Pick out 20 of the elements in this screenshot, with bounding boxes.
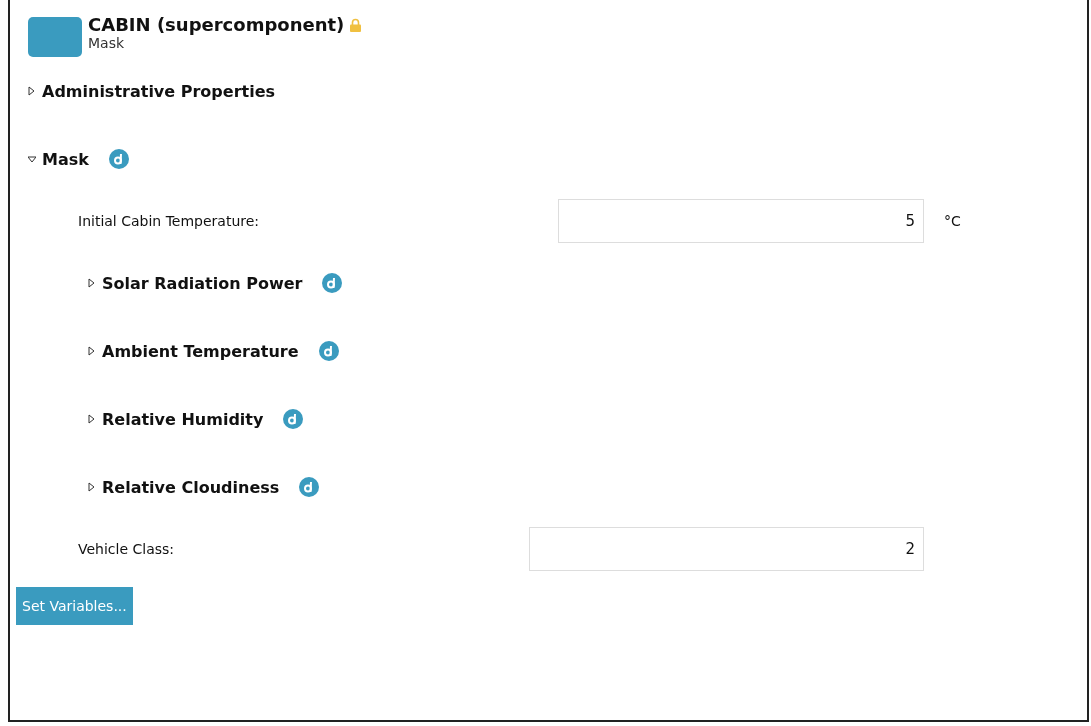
expand-triangle-icon[interactable] [88,278,96,288]
unit-label: °C [944,213,961,229]
section-heading[interactable]: Solar Radiation Power [102,273,303,293]
expand-triangle-icon[interactable] [88,346,96,356]
component-title: CABIN (supercomponent) [88,14,345,35]
expand-triangle-icon[interactable] [88,482,96,492]
component-swatch-icon [28,17,82,57]
input-field[interactable]: 2 [529,527,924,571]
section-heading[interactable]: Ambient Temperature [102,341,299,361]
expand-triangle-icon[interactable] [88,414,96,424]
section-heading[interactable]: Relative Cloudiness [102,477,280,497]
section-heading[interactable]: Administrative Properties [42,81,276,101]
field-label: Initial Cabin Temperature: [78,213,261,229]
section-heading[interactable]: Relative Humidity [102,409,264,429]
expand-triangle-icon[interactable] [28,86,36,96]
section-heading[interactable]: Mask [42,149,89,169]
input-field[interactable]: 5 [558,199,924,243]
component-subtitle: Mask [88,35,126,51]
field-label: Vehicle Class: [78,541,176,557]
collapse-triangle-icon[interactable] [28,154,36,164]
